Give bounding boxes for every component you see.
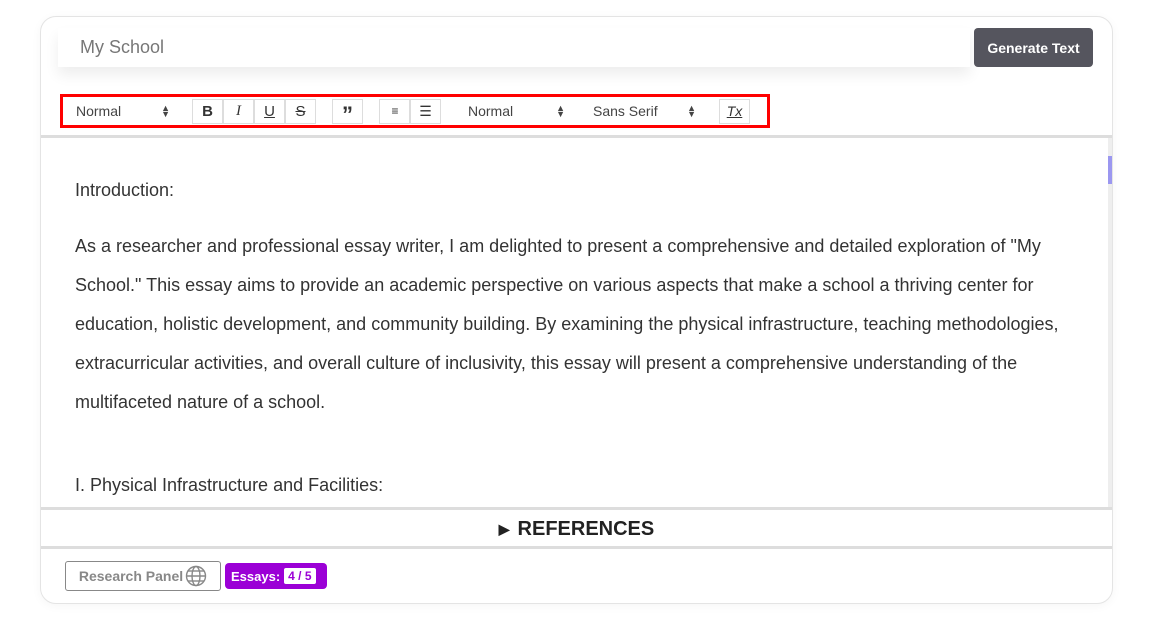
scrollbar[interactable] [1108,138,1112,507]
select-arrows-icon: ▲ ▼ [161,103,170,119]
blockquote-button[interactable]: ” [332,98,363,127]
ordered-list-icon: ≡ [391,103,398,118]
header-select-value: Normal [76,103,122,119]
essays-label: Essays: [231,568,281,584]
bold-button[interactable]: B [192,98,223,124]
font-select-value: Sans Serif [593,103,658,119]
references-label: REFERENCES [517,517,655,540]
generate-text-button[interactable]: Generate Text [974,28,1093,67]
paragraph [75,439,1085,449]
references-toggle[interactable]: ▶ REFERENCES [41,511,1112,547]
bullet-list-icon: ☰ [419,102,432,119]
ordered-list-button[interactable]: ≡ [379,98,410,124]
paragraph: As a researcher and professional essay w… [75,236,1059,412]
editor-card: Generate Text Normal ▲▼ B I U S ” ≡ ☰ Nor… [40,16,1113,604]
header-select[interactable]: Normal ▲ ▼ [63,103,176,119]
clear-format-button[interactable]: Tx [719,98,750,124]
size-select-value: Normal [468,103,514,119]
divider [41,546,1112,549]
scrollbar-thumb[interactable] [1108,156,1112,184]
essays-count: 4 / 5 [284,568,316,584]
paragraph: Introduction: [75,180,175,200]
select-arrows-icon: ▲ ▼ [556,103,565,119]
bullet-list-button[interactable]: ☰ [410,98,441,124]
size-select[interactable]: Normal ▲ ▼ [441,103,565,119]
italic-button[interactable]: I [223,98,254,124]
topic-input[interactable] [58,28,970,67]
research-panel-label: Research Panel [78,568,184,584]
font-select[interactable]: Sans Serif ▲ ▼ [565,103,696,119]
essays-badge: Essays: 4 / 5 [225,563,327,589]
strike-button[interactable]: S [285,98,316,124]
paragraph: I. Physical Infrastructure and Facilitie… [75,475,384,495]
research-panel-button[interactable]: Research Panel [65,561,221,591]
editor-toolbar: Normal ▲ ▼ B I U S ” ≡ ☰ Normal ▲ ▼ Sans Ser… [60,94,770,128]
divider [41,507,1112,510]
essay-content[interactable]: Introduction: As a researcher and profes… [41,138,1108,507]
triangle-right-icon: ▶ [498,520,510,537]
select-arrows-icon: ▲ ▼ [687,103,696,119]
globe-icon [185,565,207,587]
underline-button[interactable]: U [254,98,285,124]
